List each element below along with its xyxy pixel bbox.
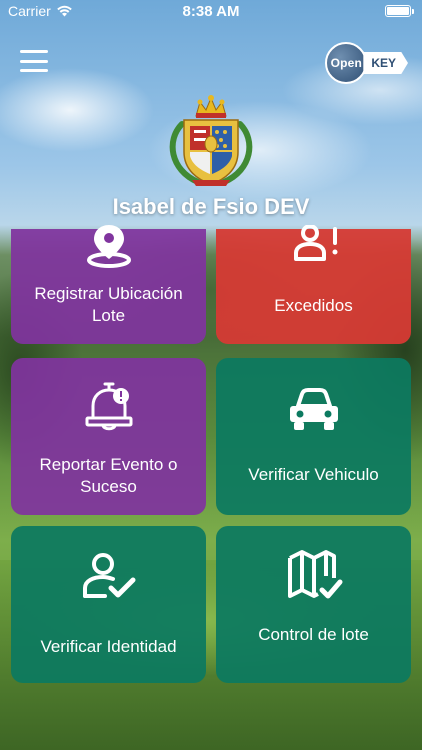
tile-label: Reportar Evento o Suceso [39,455,178,496]
map-check-icon [287,550,342,599]
openkey-logo: Open KEY [325,42,408,84]
openkey-logo-right: KEY [363,52,408,74]
tile-label: Control de lote [258,625,369,644]
bell-alert-icon [85,382,132,431]
tile-registrar-ubicacion-lote[interactable]: Registrar Ubicación Lote [11,225,206,344]
status-time: 8:38 AM [182,2,240,20]
tile-label: Excedidos [274,296,353,315]
tile-verificar-vehiculo[interactable]: Verificar Vehiculo [216,358,411,515]
action-grid: Registrar Ubicación Lote Excedidos Repor… [11,225,411,689]
location-pin-icon [86,225,131,268]
tile-label: Verificar Identidad [40,637,177,656]
person-check-icon [82,553,135,598]
tile-reportar-evento[interactable]: Reportar Evento o Suceso [11,358,206,515]
tile-verificar-identidad[interactable]: Verificar Identidad [11,526,206,683]
person-alert-icon [293,225,337,261]
hamburger-menu-icon [20,50,48,53]
tile-label: Registrar Ubicación Lote [34,284,183,325]
menu-button[interactable] [20,50,48,72]
status-bar: Carrier 8:38 AM [0,0,422,22]
tile-excedidos[interactable]: Excedidos [216,225,411,344]
car-icon [289,388,338,430]
coat-of-arms-icon [169,95,253,186]
openkey-logo-left: Open [325,42,368,84]
tile-label: Verificar Vehiculo [248,465,379,484]
tile-control-de-lote[interactable]: Control de lote [216,526,411,683]
organization-title: Isabel de Fsio DEV [112,194,310,219]
